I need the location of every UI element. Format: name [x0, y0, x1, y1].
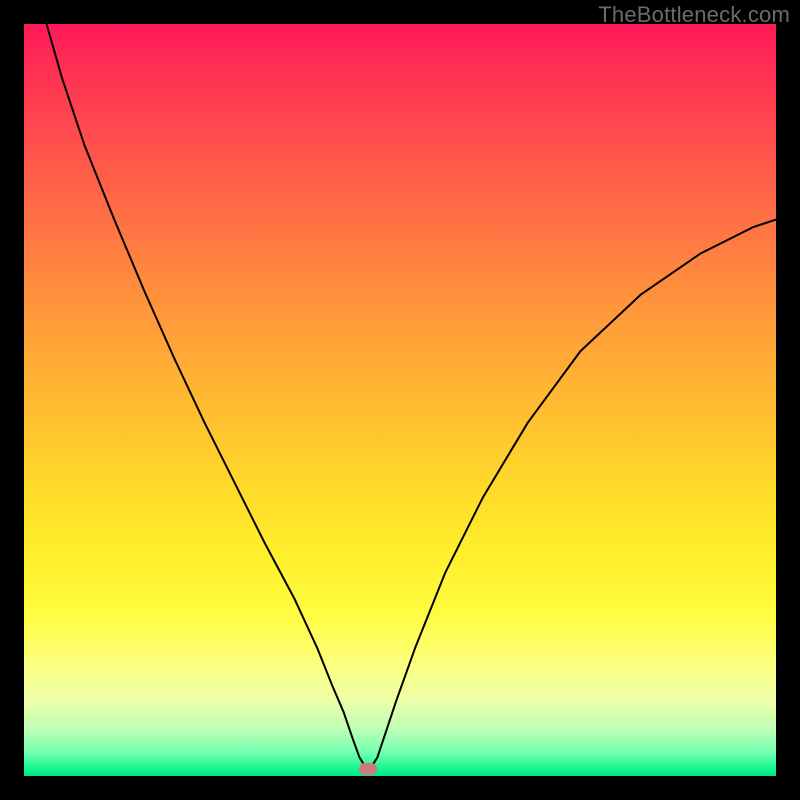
watermark-text: TheBottleneck.com — [598, 2, 790, 28]
bottleneck-curve — [47, 24, 776, 767]
curve-svg — [24, 24, 776, 776]
chart-frame: TheBottleneck.com — [0, 0, 800, 800]
plot-area — [24, 24, 776, 776]
min-point-marker — [359, 763, 377, 775]
